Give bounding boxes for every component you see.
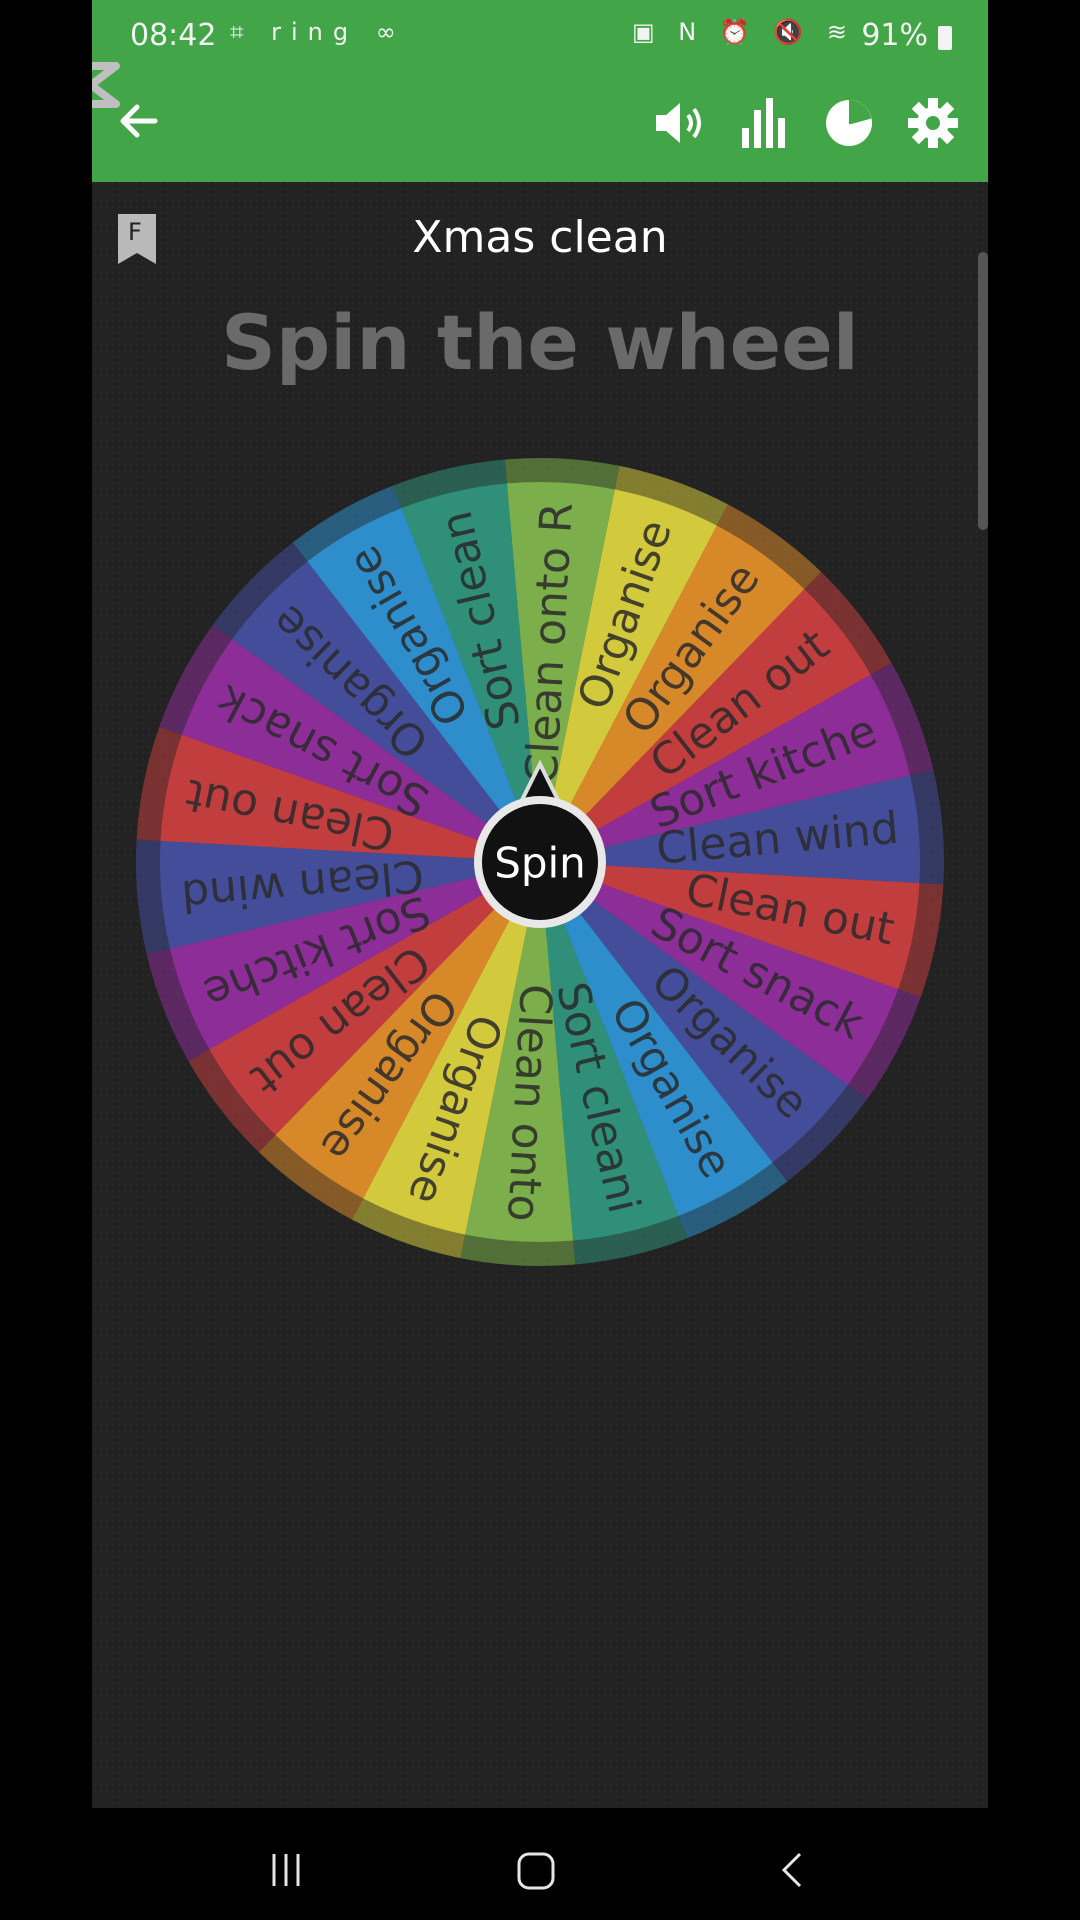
app-screen: 08:42 ⌗ ring ∞ ▣ N ⏰ 🔇 ≋ 91% F Xmas clea… <box>92 0 988 1808</box>
arrow-left-icon[interactable] <box>112 94 166 148</box>
back-icon[interactable] <box>774 1850 808 1894</box>
wheel-graphic[interactable]: Clean onto ROrganiseOrganiseClean outSor… <box>132 454 948 1270</box>
page-subtitle: Spin the wheel <box>221 298 859 387</box>
battery-level: 91% <box>861 18 928 53</box>
scrollbar[interactable] <box>978 252 988 530</box>
bar-chart-icon[interactable] <box>738 96 792 150</box>
gear-icon[interactable] <box>906 96 960 150</box>
battery-icon <box>938 26 952 50</box>
wheel-title: Xmas clean <box>412 212 668 263</box>
spin-wheel[interactable]: Clean onto R Organise Organise Clean out Sor… <box>132 454 948 1270</box>
system-icons: ▣ N ⏰ 🔇 ≋ <box>632 18 856 46</box>
pie-chart-icon[interactable] <box>822 96 876 150</box>
status-bar: 08:42 ⌗ ring ∞ ▣ N ⏰ 🔇 ≋ 91% <box>92 16 988 60</box>
notification-icons: ⌗ ring ∞ <box>230 18 406 46</box>
home-icon[interactable] <box>516 1850 558 1896</box>
status-time: 08:42 <box>130 18 217 53</box>
app-bar: 08:42 ⌗ ring ∞ ▣ N ⏰ 🔇 ≋ 91% <box>92 0 988 182</box>
spin-button-label[interactable]: Spin <box>494 839 586 888</box>
recents-icon[interactable] <box>266 1850 306 1894</box>
speaker-icon[interactable] <box>652 96 706 150</box>
